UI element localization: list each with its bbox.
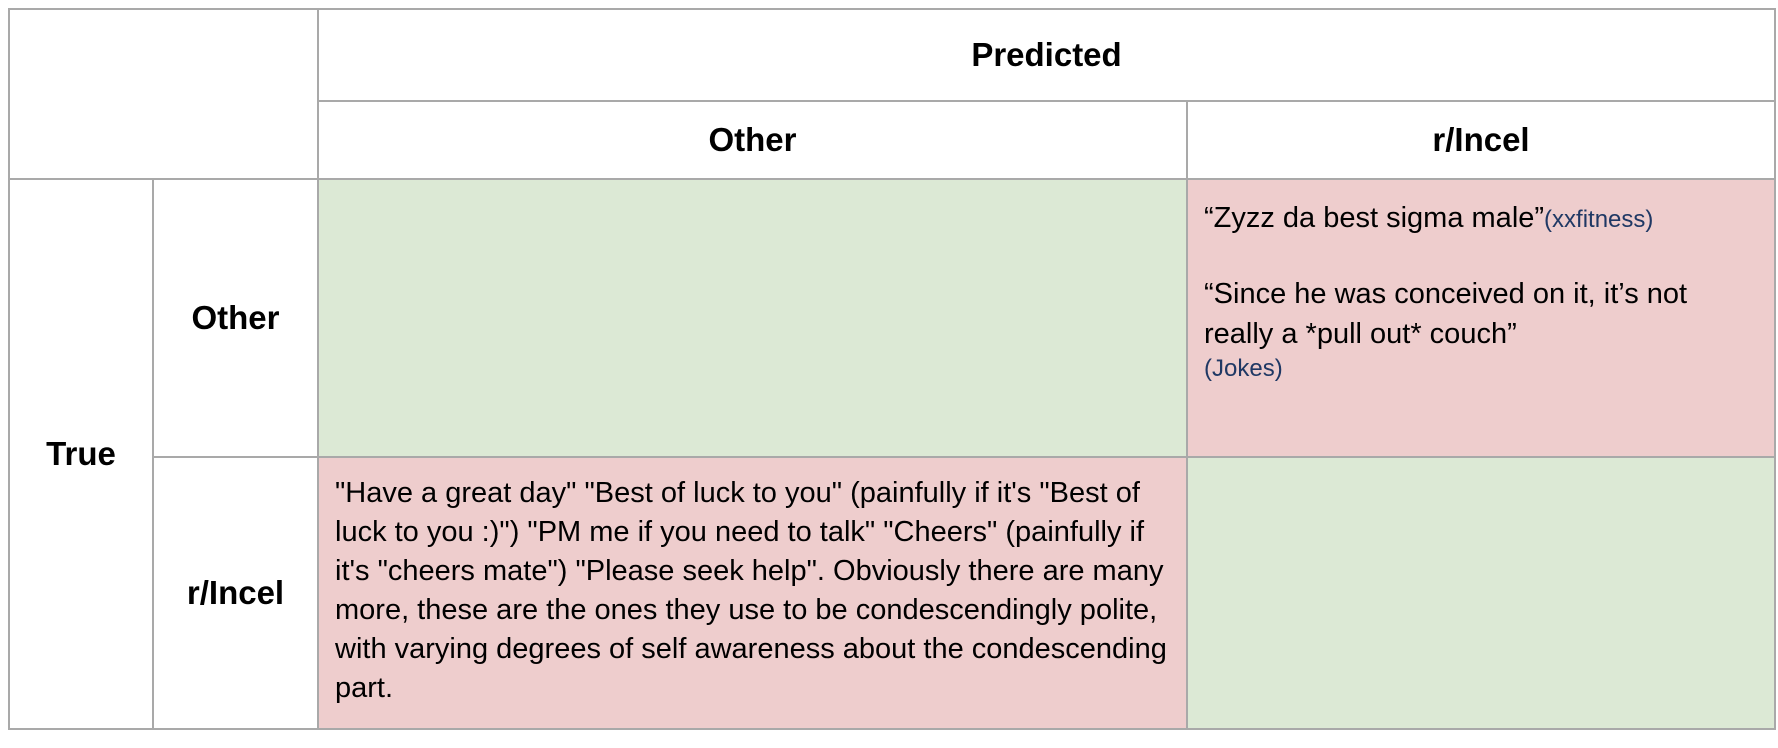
quote-spacer (1204, 240, 1758, 274)
fp-quote-2-text: “Since he was conceived on it, it’s not … (1204, 278, 1688, 350)
fp-quote-2-source: (Jokes) (1204, 355, 1283, 382)
fp-quote-2: “Since he was conceived on it, it’s not … (1204, 274, 1758, 384)
predicted-incel-header: r/Incel (1185, 100, 1777, 180)
fn-text: "Have a great day" "Best of luck to you"… (335, 477, 1167, 704)
true-other-header: Other (152, 178, 319, 458)
fp-quote-1: “Zyzz da best sigma male”(xxfitness) (1204, 198, 1758, 240)
true-incel-header: r/Incel (152, 456, 319, 730)
predicted-header: Predicted (316, 8, 1777, 102)
fp-quote-1-text: “Zyzz da best sigma male” (1204, 202, 1545, 234)
corner-cell (8, 8, 319, 180)
false-positive-cell: “Zyzz da best sigma male”(xxfitness) “Si… (1185, 178, 1777, 458)
predicted-other-header: Other (317, 100, 1188, 180)
true-incel-predicted-incel-cell (1185, 456, 1777, 730)
false-negative-cell: "Have a great day" "Best of luck to you"… (317, 456, 1188, 730)
confusion-matrix-table: Predicted Other r/Incel True Other “Zyzz… (8, 8, 1777, 730)
fp-quote-1-source: (xxfitness) (1544, 206, 1654, 233)
true-header: True (8, 178, 154, 730)
true-other-predicted-other-cell (317, 178, 1188, 458)
